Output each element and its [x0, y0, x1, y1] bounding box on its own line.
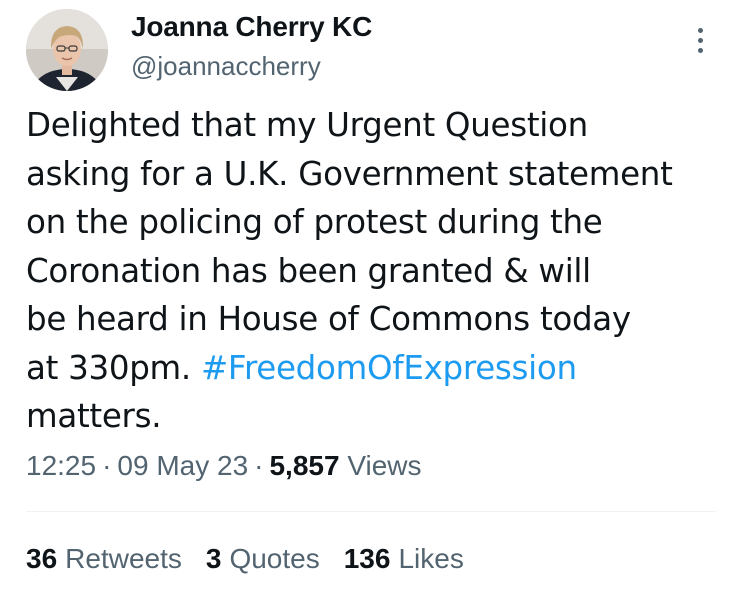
retweets-stat[interactable]: 36 Retweets	[26, 543, 182, 575]
tweet-text-fragment: at 330pm.	[26, 348, 201, 387]
tweet-text-line: matters.	[26, 397, 162, 435]
tweet-date[interactable]: 09 May 23	[117, 450, 248, 481]
retweets-label: Retweets	[65, 543, 182, 574]
tweet-text-line: asking for a U.K. Government statement	[26, 154, 673, 193]
more-vertical-icon	[697, 27, 703, 33]
tweet-text-line: Coronation has been granted & will	[26, 251, 591, 290]
tweet-meta: 12:25 · 09 May 23 · 5,857 Views	[26, 450, 422, 482]
hashtag-link[interactable]: #FreedomOfExpression	[201, 349, 577, 387]
views-count: 5,857	[269, 450, 340, 481]
likes-label: Likes	[398, 543, 464, 574]
likes-stat[interactable]: 136 Likes	[344, 543, 464, 575]
profile-photo	[26, 9, 108, 91]
avatar[interactable]	[26, 9, 108, 91]
tweet-text-line: at 330pm. #FreedomOfExpression	[26, 344, 726, 393]
tweet-text-line: Delighted that my Urgent Question	[26, 106, 588, 144]
tweet-card: Joanna Cherry KC @joannaccherry Delighte…	[0, 0, 741, 600]
quotes-stat[interactable]: 3 Quotes	[206, 543, 320, 575]
author-name[interactable]: Joanna Cherry KC	[131, 11, 372, 43]
views-label: Views	[347, 450, 422, 481]
tweet-text-line: be heard in House of Commons today	[26, 300, 631, 338]
author-handle[interactable]: @joannaccherry	[131, 51, 321, 82]
retweets-count: 36	[26, 543, 58, 574]
tweet-time[interactable]: 12:25	[26, 450, 96, 481]
tweet-text: Delighted that my Urgent Question asking…	[26, 101, 726, 441]
tweet-text-line: on the policing of protest during the	[26, 203, 603, 241]
quotes-count: 3	[205, 543, 222, 574]
divider	[26, 511, 716, 512]
likes-count: 136	[343, 543, 391, 574]
more-options-button[interactable]	[688, 22, 712, 58]
quotes-label: Quotes	[229, 543, 320, 574]
meta-separator: ·	[102, 450, 112, 481]
engagement-stats: 36 Retweets 3 Quotes 136 Likes	[26, 543, 464, 575]
meta-separator: ·	[254, 450, 264, 481]
